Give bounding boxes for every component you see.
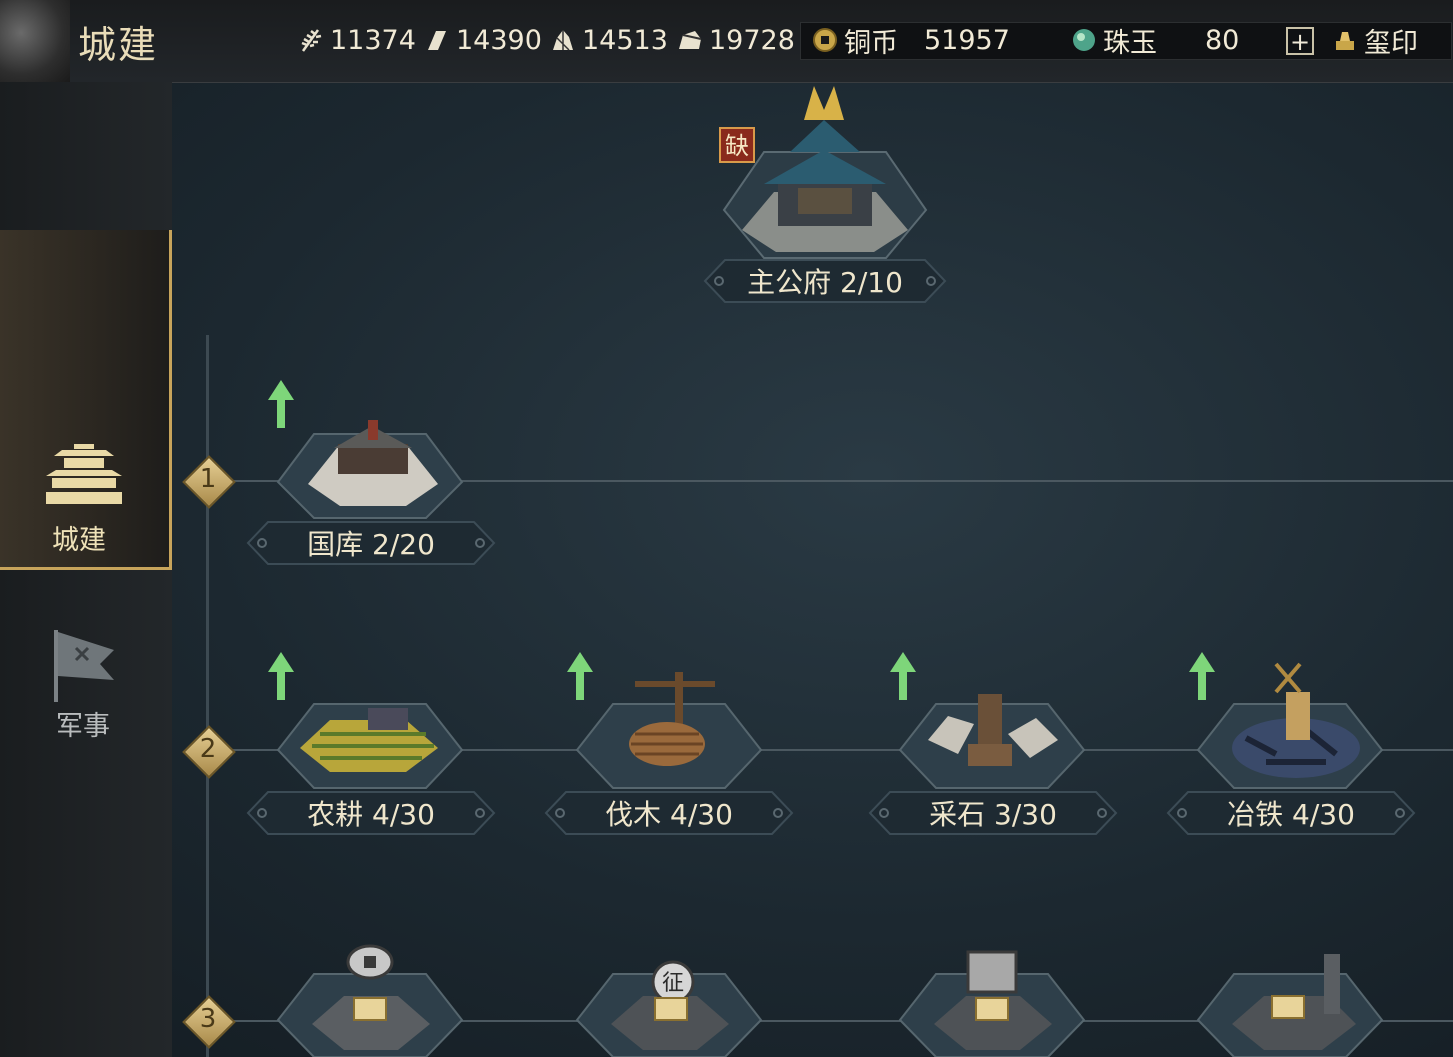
- tab-city-building[interactable]: 城建: [0, 230, 172, 570]
- add-jade-button[interactable]: +: [1286, 27, 1314, 55]
- jade-value: 80: [1205, 24, 1240, 56]
- tab-military-label: 军事: [56, 711, 110, 742]
- jade-label: 珠玉: [1103, 27, 1157, 59]
- copper-label: 铜币: [844, 27, 898, 59]
- wood-icon: [428, 31, 446, 50]
- resource-iron: 19728: [677, 22, 795, 58]
- resource-stone: 14513: [550, 22, 668, 58]
- farm-building-icon: [276, 703, 464, 789]
- quarry-label: 采石 3/30: [868, 790, 1118, 836]
- tier-3-number: 3: [199, 1004, 217, 1034]
- top-bar: 城建 11374 14390 14513 19728 铜币 51957 珠玉 8…: [0, 0, 1453, 83]
- coin-building-icon: [276, 944, 464, 1057]
- grain-value: 11374: [330, 24, 416, 56]
- stone-icon: [553, 30, 573, 51]
- treasury-label: 国库 2/20: [246, 520, 496, 566]
- main-building-label: 主公府 2/10: [703, 258, 947, 304]
- resource-grain: 11374: [298, 22, 416, 58]
- banner-building-icon: [898, 950, 1086, 1057]
- wood-value: 14390: [456, 24, 542, 56]
- tier-2-number: 2: [199, 734, 217, 764]
- conscript-building-icon: 征: [575, 960, 763, 1057]
- currency-seal[interactable]: 玺印: [1332, 22, 1418, 59]
- seal-icon: [1336, 32, 1354, 50]
- quarry-building-icon: [898, 694, 1086, 789]
- treasury-building-icon: [276, 420, 464, 519]
- ironworks-label: 冶铁 4/30: [1166, 790, 1416, 836]
- jade-icon: [1073, 29, 1095, 51]
- stone-value: 14513: [582, 24, 668, 56]
- copper-coin-icon: [813, 28, 837, 52]
- tab-city-label: 城建: [52, 525, 106, 556]
- farming-label: 农耕 4/30: [246, 790, 496, 836]
- resource-wood: 14390: [424, 22, 542, 58]
- tree-trunk-line: [206, 335, 209, 1057]
- currency-copper: 铜币 51957: [812, 22, 1010, 59]
- grain-icon: [301, 29, 322, 52]
- tier-1-number: 1: [199, 464, 217, 494]
- fortress-building-icon: [1196, 954, 1384, 1057]
- conscript-tag: 征: [662, 971, 684, 996]
- main-mansion-building-icon: [722, 86, 928, 259]
- iron-value: 19728: [709, 24, 795, 56]
- palace-icon: [46, 444, 122, 504]
- iron-smelting-building-icon: [1196, 662, 1384, 789]
- iron-icon: [679, 31, 702, 49]
- missing-tag: 缺: [719, 127, 755, 163]
- seal-label: 玺印: [1364, 27, 1418, 59]
- page-title: 城建: [78, 23, 159, 67]
- currency-jade: 珠玉 80: [1071, 22, 1240, 59]
- logging-label: 伐木 4/30: [544, 790, 794, 836]
- back-art-icon[interactable]: [0, 0, 70, 82]
- military-flag-icon: [54, 630, 114, 702]
- lumber-building-icon: [575, 672, 763, 789]
- copper-value: 51957: [924, 24, 1010, 56]
- tab-military[interactable]: 军事: [0, 600, 172, 750]
